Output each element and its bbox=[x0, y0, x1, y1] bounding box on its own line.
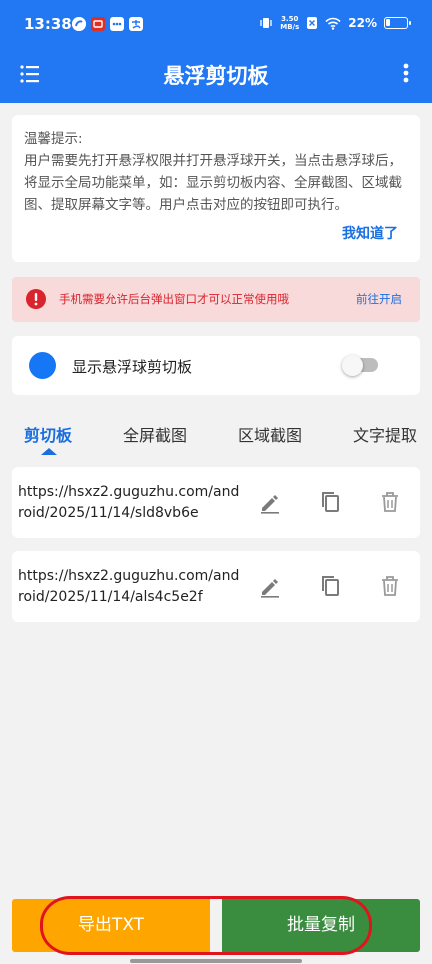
tab-fullscreen-screenshot[interactable]: 全屏截图 bbox=[123, 422, 187, 446]
pinduoduo-icon bbox=[91, 17, 105, 31]
net-speed-unit: MB/s bbox=[280, 23, 300, 31]
floating-ball-icon bbox=[29, 352, 56, 379]
tab-indicator bbox=[41, 448, 57, 455]
app-header: 13:38 3.50 MB/s 22% 悬浮剪切板 bbox=[0, 0, 432, 103]
chat-icon bbox=[110, 17, 124, 31]
floating-ball-toggle-row[interactable]: 显示悬浮球剪切板 bbox=[12, 336, 420, 395]
copy-icon[interactable] bbox=[317, 573, 343, 599]
tab-clipboard[interactable]: 剪切板 bbox=[24, 422, 72, 446]
tip-body: 用户需要先打开悬浮权限并打开悬浮球开关，当点击悬浮球后，将显示全局功能菜单，如：… bbox=[24, 153, 402, 213]
wifi-icon bbox=[325, 17, 341, 30]
tab-text-extract[interactable]: 文字提取 bbox=[353, 422, 417, 446]
warning-text: 手机需要允许后台弹出窗口才可以正常使用哦 bbox=[59, 292, 289, 306]
battery-icon bbox=[384, 17, 411, 29]
delete-icon[interactable] bbox=[377, 573, 403, 599]
warning-icon bbox=[26, 289, 46, 309]
battery-percent: 22% bbox=[348, 16, 377, 30]
enable-link[interactable]: 前往开启 bbox=[356, 291, 402, 307]
clip-text: https://hsxz2.guguzhu.com/android/2025/1… bbox=[18, 568, 240, 605]
status-bar: 13:38 3.50 MB/s 22% bbox=[0, 0, 432, 50]
warning-banner: 手机需要允许后台弹出窗口才可以正常使用哦 前往开启 bbox=[12, 277, 420, 322]
app-icon bbox=[72, 17, 86, 31]
net-speed-value: 3.50 bbox=[281, 15, 299, 23]
tab-bar: 剪切板 全屏截图 区域截图 文字提取 bbox=[0, 410, 432, 456]
no-sim-icon bbox=[307, 17, 318, 29]
tip-card: 温馨提示: 用户需要先打开悬浮权限并打开悬浮球开关，当点击悬浮球后，将显示全局功… bbox=[12, 115, 420, 262]
floating-ball-switch[interactable] bbox=[342, 355, 382, 376]
vibrate-icon bbox=[260, 18, 272, 28]
highlight-annotation bbox=[40, 896, 372, 955]
tip-title: 温馨提示: bbox=[24, 131, 83, 147]
copy-icon[interactable] bbox=[317, 489, 343, 515]
clip-text: https://hsxz2.guguzhu.com/android/2025/1… bbox=[18, 484, 240, 521]
status-right: 3.50 MB/s 22% bbox=[259, 15, 411, 31]
tab-area-screenshot[interactable]: 区域截图 bbox=[238, 422, 302, 446]
delete-icon[interactable] bbox=[377, 489, 403, 515]
switch-knob bbox=[342, 355, 363, 376]
home-indicator[interactable] bbox=[130, 959, 302, 963]
more-vertical-icon[interactable] bbox=[398, 60, 414, 88]
list-item[interactable]: https://hsxz2.guguzhu.com/android/2025/1… bbox=[12, 551, 420, 622]
list-item[interactable]: https://hsxz2.guguzhu.com/android/2025/1… bbox=[12, 467, 420, 538]
tip-confirm-button[interactable]: 我知道了 bbox=[342, 223, 398, 243]
edit-icon[interactable] bbox=[257, 489, 283, 515]
alipay-icon bbox=[129, 17, 143, 31]
net-speed: 3.50 MB/s bbox=[280, 15, 299, 31]
edit-icon[interactable] bbox=[257, 573, 283, 599]
page-title: 悬浮剪切板 bbox=[163, 64, 269, 88]
status-time: 13:38 bbox=[24, 15, 72, 33]
floating-ball-label: 显示悬浮球剪切板 bbox=[72, 358, 193, 376]
